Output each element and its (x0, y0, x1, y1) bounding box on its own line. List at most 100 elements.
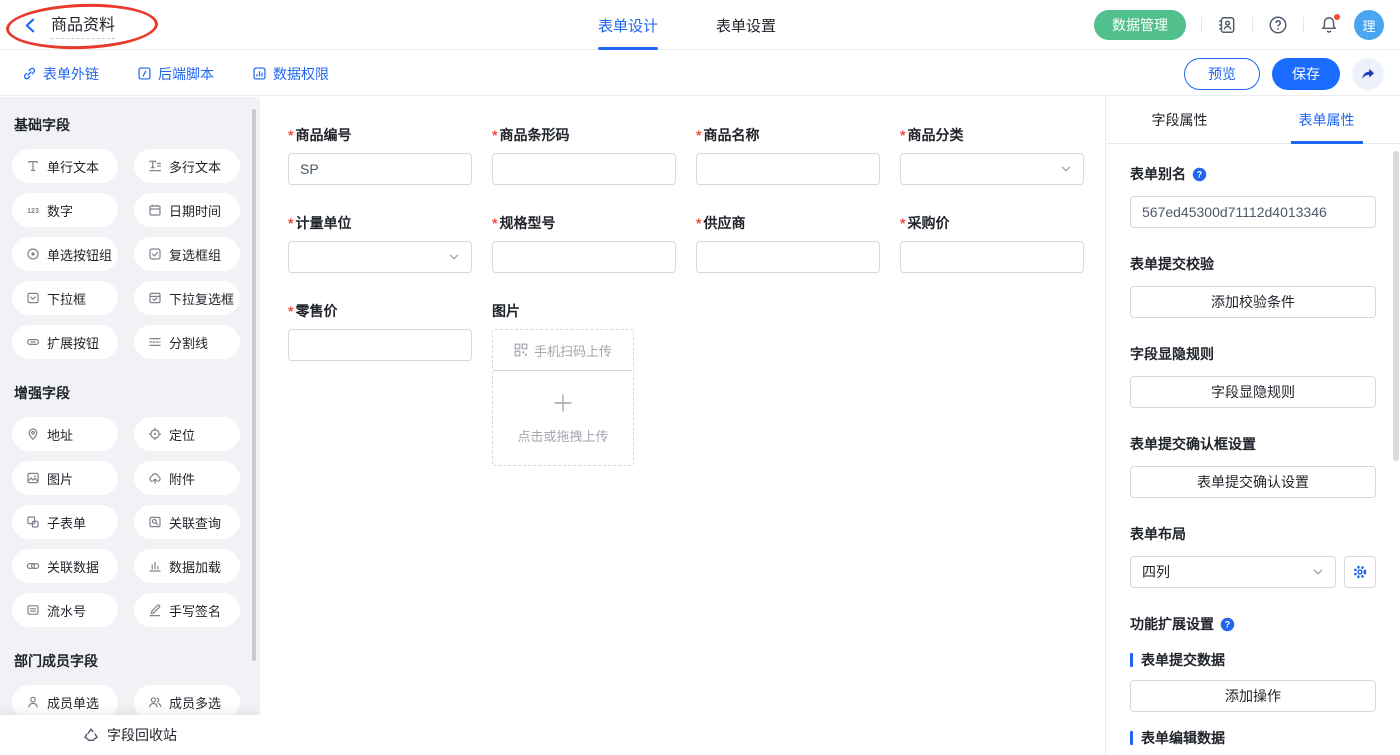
field-type-button[interactable]: 单选按钮组 (12, 237, 118, 271)
canvas-field[interactable]: *商品名称 (696, 125, 880, 185)
toolbar-actions: 预览 保存 (1184, 51, 1384, 96)
field-type-button[interactable]: 下拉复选框 (134, 281, 240, 315)
toolbar-link[interactable]: 后端脚本 (137, 64, 214, 84)
panel-action-button[interactable]: 添加校验条件 (1130, 286, 1376, 318)
panel-action-button[interactable]: 表单提交确认设置 (1130, 466, 1376, 498)
panel-section-label: 表单提交校验 (1130, 254, 1376, 274)
panel-tab-form-props[interactable]: 表单属性 (1253, 97, 1400, 143)
layout-settings-button[interactable] (1344, 556, 1376, 588)
svg-text:123: 123 (27, 208, 39, 215)
canvas-field[interactable]: *零售价 (288, 301, 472, 361)
radio-icon (26, 247, 40, 261)
canvas-field[interactable]: *商品分类 (900, 125, 1084, 185)
layout-select[interactable]: 四列 (1130, 556, 1336, 588)
field-type-button[interactable]: 复选框组 (134, 237, 240, 271)
avatar[interactable]: 理 (1354, 10, 1384, 40)
toolbar-link[interactable]: 表单外链 (22, 64, 99, 84)
field-type-label: 下拉框 (47, 289, 86, 308)
panel-section-label: 表单提交确认框设置 (1130, 434, 1376, 454)
help-filled-icon[interactable]: ? (1220, 617, 1235, 632)
canvas-field[interactable]: *计量单位 (288, 213, 472, 273)
field-type-button[interactable]: 子表单 (12, 505, 118, 539)
canvas-field[interactable]: *供应商 (696, 213, 880, 273)
plus-icon (552, 392, 574, 414)
chevron-down-icon (448, 251, 460, 263)
field-select[interactable] (900, 153, 1084, 185)
toolbar-link-label: 后端脚本 (158, 64, 214, 84)
field-type-button[interactable]: 地址 (12, 417, 118, 451)
form-alias-input[interactable]: 567ed45300d71112d4013346 (1130, 196, 1376, 228)
page-title[interactable]: 商品资料 (51, 11, 115, 39)
header-tab-design[interactable]: 表单设计 (598, 0, 658, 50)
field-type-button[interactable]: 单行文本 (12, 149, 118, 183)
header-tab-settings[interactable]: 表单设置 (716, 0, 776, 50)
canvas-field[interactable]: 图片 手机扫码上传 点击或拖拽上传 (492, 301, 676, 466)
field-input[interactable] (696, 241, 880, 273)
header-tabs: 表单设计 表单设置 (598, 0, 776, 50)
panel-scrollbar[interactable] (1393, 151, 1399, 461)
required-asterisk: * (696, 215, 701, 231)
field-type-button[interactable]: 日期时间 (134, 193, 240, 227)
cloud-icon (148, 471, 162, 485)
toolbar-link[interactable]: 数据权限 (252, 64, 329, 84)
panel-section-label: 功能扩展设置? (1130, 614, 1376, 634)
field-type-button[interactable]: 关联查询 (134, 505, 240, 539)
field-input[interactable] (288, 329, 472, 361)
field-type-button[interactable]: 手写签名 (134, 593, 240, 627)
field-type-button[interactable]: 成员单选 (12, 685, 118, 719)
preview-button[interactable]: 预览 (1184, 58, 1260, 90)
field-input[interactable] (492, 241, 676, 273)
field-type-label: 流水号 (47, 601, 86, 620)
toolbar-link-label: 数据权限 (273, 64, 329, 84)
field-type-label: 分割线 (169, 333, 208, 352)
field-type-label: 单选按钮组 (47, 245, 112, 264)
data-manage-button[interactable]: 数据管理 (1094, 10, 1186, 40)
field-type-label: 成员多选 (169, 693, 221, 712)
app-header: 商品资料 表单设计 表单设置 数据管理 理 (0, 0, 1400, 50)
field-type-button[interactable]: 扩展按钮 (12, 325, 118, 359)
field-type-button[interactable]: 定位 (134, 417, 240, 451)
required-asterisk: * (492, 215, 497, 231)
scan-upload-button[interactable]: 手机扫码上传 (492, 329, 634, 371)
canvas-field[interactable]: *规格型号 (492, 213, 676, 273)
field-type-button[interactable]: 123 数字 (12, 193, 118, 227)
bell-icon[interactable] (1319, 15, 1339, 35)
field-type-label: 数字 (47, 201, 73, 220)
panel-tab-field-props[interactable]: 字段属性 (1106, 97, 1253, 143)
back-icon[interactable] (22, 17, 39, 34)
canvas-field[interactable]: *采购价 (900, 213, 1084, 273)
subform-icon (26, 515, 40, 529)
canvas-field[interactable]: *商品编号 SP (288, 125, 472, 185)
field-type-button[interactable]: 成员多选 (134, 685, 240, 719)
add-action-button[interactable]: 添加操作 (1130, 680, 1376, 712)
field-label: *商品分类 (900, 125, 1084, 145)
canvas-field[interactable]: *商品条形码 (492, 125, 676, 185)
panel-action-button[interactable]: 字段显隐规则 (1130, 376, 1376, 408)
field-input[interactable] (492, 153, 676, 185)
save-button[interactable]: 保存 (1272, 58, 1340, 90)
field-input[interactable] (696, 153, 880, 185)
form-designer-app: 商品资料 表单设计表单设置 数据管理 理 表单外链后端脚本数据权限 预览 保存 … (0, 0, 1400, 755)
help-filled-icon[interactable]: ? (1192, 167, 1207, 182)
contacts-icon[interactable] (1217, 15, 1237, 35)
field-type-button[interactable]: 多行文本 (134, 149, 240, 183)
target-icon (148, 427, 162, 441)
field-recycle-bin[interactable]: 字段回收站 (0, 715, 260, 755)
field-type-button[interactable]: 图片 (12, 461, 118, 495)
field-type-button[interactable]: 关联数据 (12, 549, 118, 583)
field-type-label: 成员单选 (47, 693, 99, 712)
share-button[interactable] (1352, 58, 1384, 90)
field-type-button[interactable]: 数据加载 (134, 549, 240, 583)
drop-upload-area[interactable]: 点击或拖拽上传 (492, 370, 634, 466)
field-type-button[interactable]: 附件 (134, 461, 240, 495)
field-input[interactable] (900, 241, 1084, 273)
help-icon[interactable] (1268, 15, 1288, 35)
field-type-button[interactable]: 下拉框 (12, 281, 118, 315)
field-input[interactable]: SP (288, 153, 472, 185)
field-type-label: 手写签名 (169, 601, 221, 620)
sidebar-scrollbar[interactable] (252, 109, 256, 661)
field-type-button[interactable]: 流水号 (12, 593, 118, 627)
field-select[interactable] (288, 241, 472, 273)
field-label: *商品编号 (288, 125, 472, 145)
field-type-button[interactable]: 分割线 (134, 325, 240, 359)
